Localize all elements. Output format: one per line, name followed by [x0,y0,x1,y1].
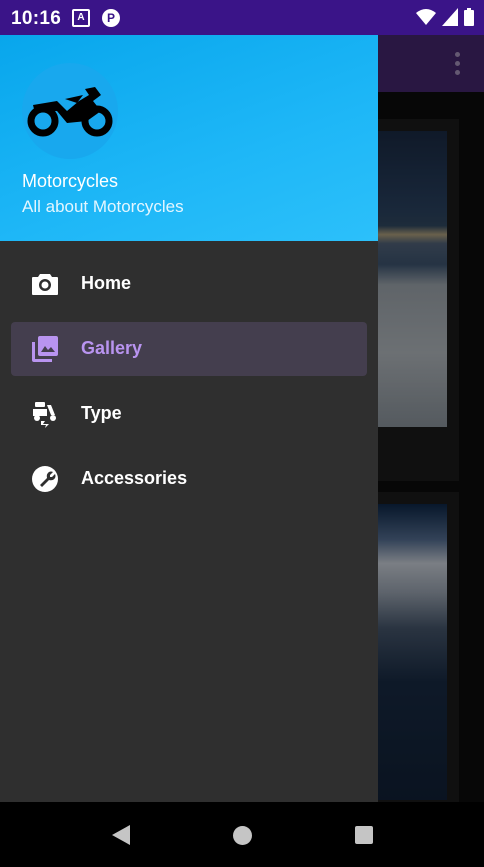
navigation-drawer: Motorcycles All about Motorcycles Home G… [0,35,378,802]
nav-item-home[interactable]: Home [11,257,367,311]
back-icon[interactable] [112,825,130,845]
recents-icon[interactable] [355,826,373,844]
home-icon[interactable] [233,826,252,845]
nav-item-accessories[interactable]: Accessories [11,452,367,506]
drawer-subtitle: All about Motorcycles [22,197,184,216]
system-nav-bar [0,802,484,867]
notification-a-icon: A [72,9,90,27]
scooter-icon [33,402,56,428]
motorcycle-icon [27,87,113,137]
drawer-title: Motorcycles [22,171,119,191]
nav-item-label: Gallery [81,338,143,358]
drawer-header: Motorcycles All about Motorcycles [0,35,378,241]
gallery-icon [32,336,58,362]
nav-item-gallery[interactable]: Gallery [11,322,367,376]
wifi-icon [416,9,436,25]
status-time: 10:16 [11,8,62,29]
status-bar: 10:16 A P [0,0,484,35]
wrench-icon [32,466,58,492]
avatar [22,63,118,159]
camera-icon [32,274,58,295]
nav-item-label: Accessories [81,468,188,488]
nav-item-label: Home [81,273,132,293]
nav-item-type[interactable]: Type [11,387,367,441]
battery-icon [464,8,474,26]
signal-icon [442,8,458,26]
nav-item-label: Type [81,403,122,423]
notification-p-icon: P [102,9,120,27]
